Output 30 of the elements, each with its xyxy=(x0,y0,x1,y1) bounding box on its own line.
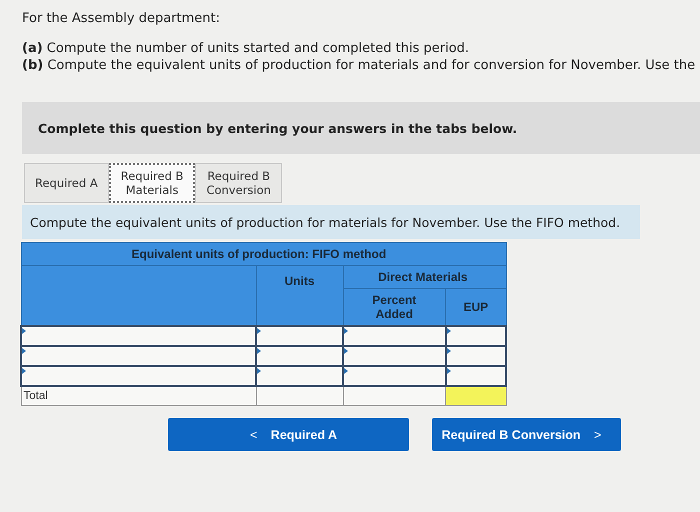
total-field[interactable] xyxy=(446,386,506,406)
input-field[interactable] xyxy=(256,346,343,366)
input-field[interactable] xyxy=(446,366,506,386)
column-header: Percent Added xyxy=(343,288,446,326)
input-field[interactable] xyxy=(343,366,446,386)
next-button[interactable]: Required B Conversion > xyxy=(432,418,621,451)
instruction-banner: Complete this question by entering your answers in the tabs below. xyxy=(22,102,700,154)
question-part: (a) Compute the number of units started and completed this period. xyxy=(22,40,470,57)
table-title: Equivalent units of production: FIFO method xyxy=(21,242,506,266)
input-field[interactable] xyxy=(21,346,256,366)
input-field[interactable] xyxy=(446,346,506,366)
input-field[interactable] xyxy=(21,366,256,386)
input-field[interactable] xyxy=(256,326,343,346)
input-field[interactable] xyxy=(256,366,343,386)
total-label: Total xyxy=(21,386,256,406)
column-header: EUP xyxy=(446,288,506,326)
tab[interactable]: Required A xyxy=(24,163,109,203)
question-part: (b) Compute the equivalent units of production for materials and for conversion for November. Use the xyxy=(22,57,696,74)
column-header: Units xyxy=(256,266,343,326)
input-field[interactable] xyxy=(446,326,506,346)
previous-button[interactable]: < Required A xyxy=(168,418,409,451)
tab[interactable]: Required B Materials xyxy=(108,163,196,203)
input-field[interactable] xyxy=(21,326,256,346)
instruction-text: Compute the equivalent units of production for materials for November. Use the FIFO method. xyxy=(22,205,640,239)
column-group-header: Direct Materials xyxy=(343,266,506,288)
intro-heading: For the Assembly department: xyxy=(22,10,221,27)
input-field[interactable] xyxy=(343,326,446,346)
input-field[interactable] xyxy=(343,346,446,366)
tab[interactable]: Required B Conversion xyxy=(195,163,282,203)
input-field[interactable] xyxy=(256,386,343,406)
